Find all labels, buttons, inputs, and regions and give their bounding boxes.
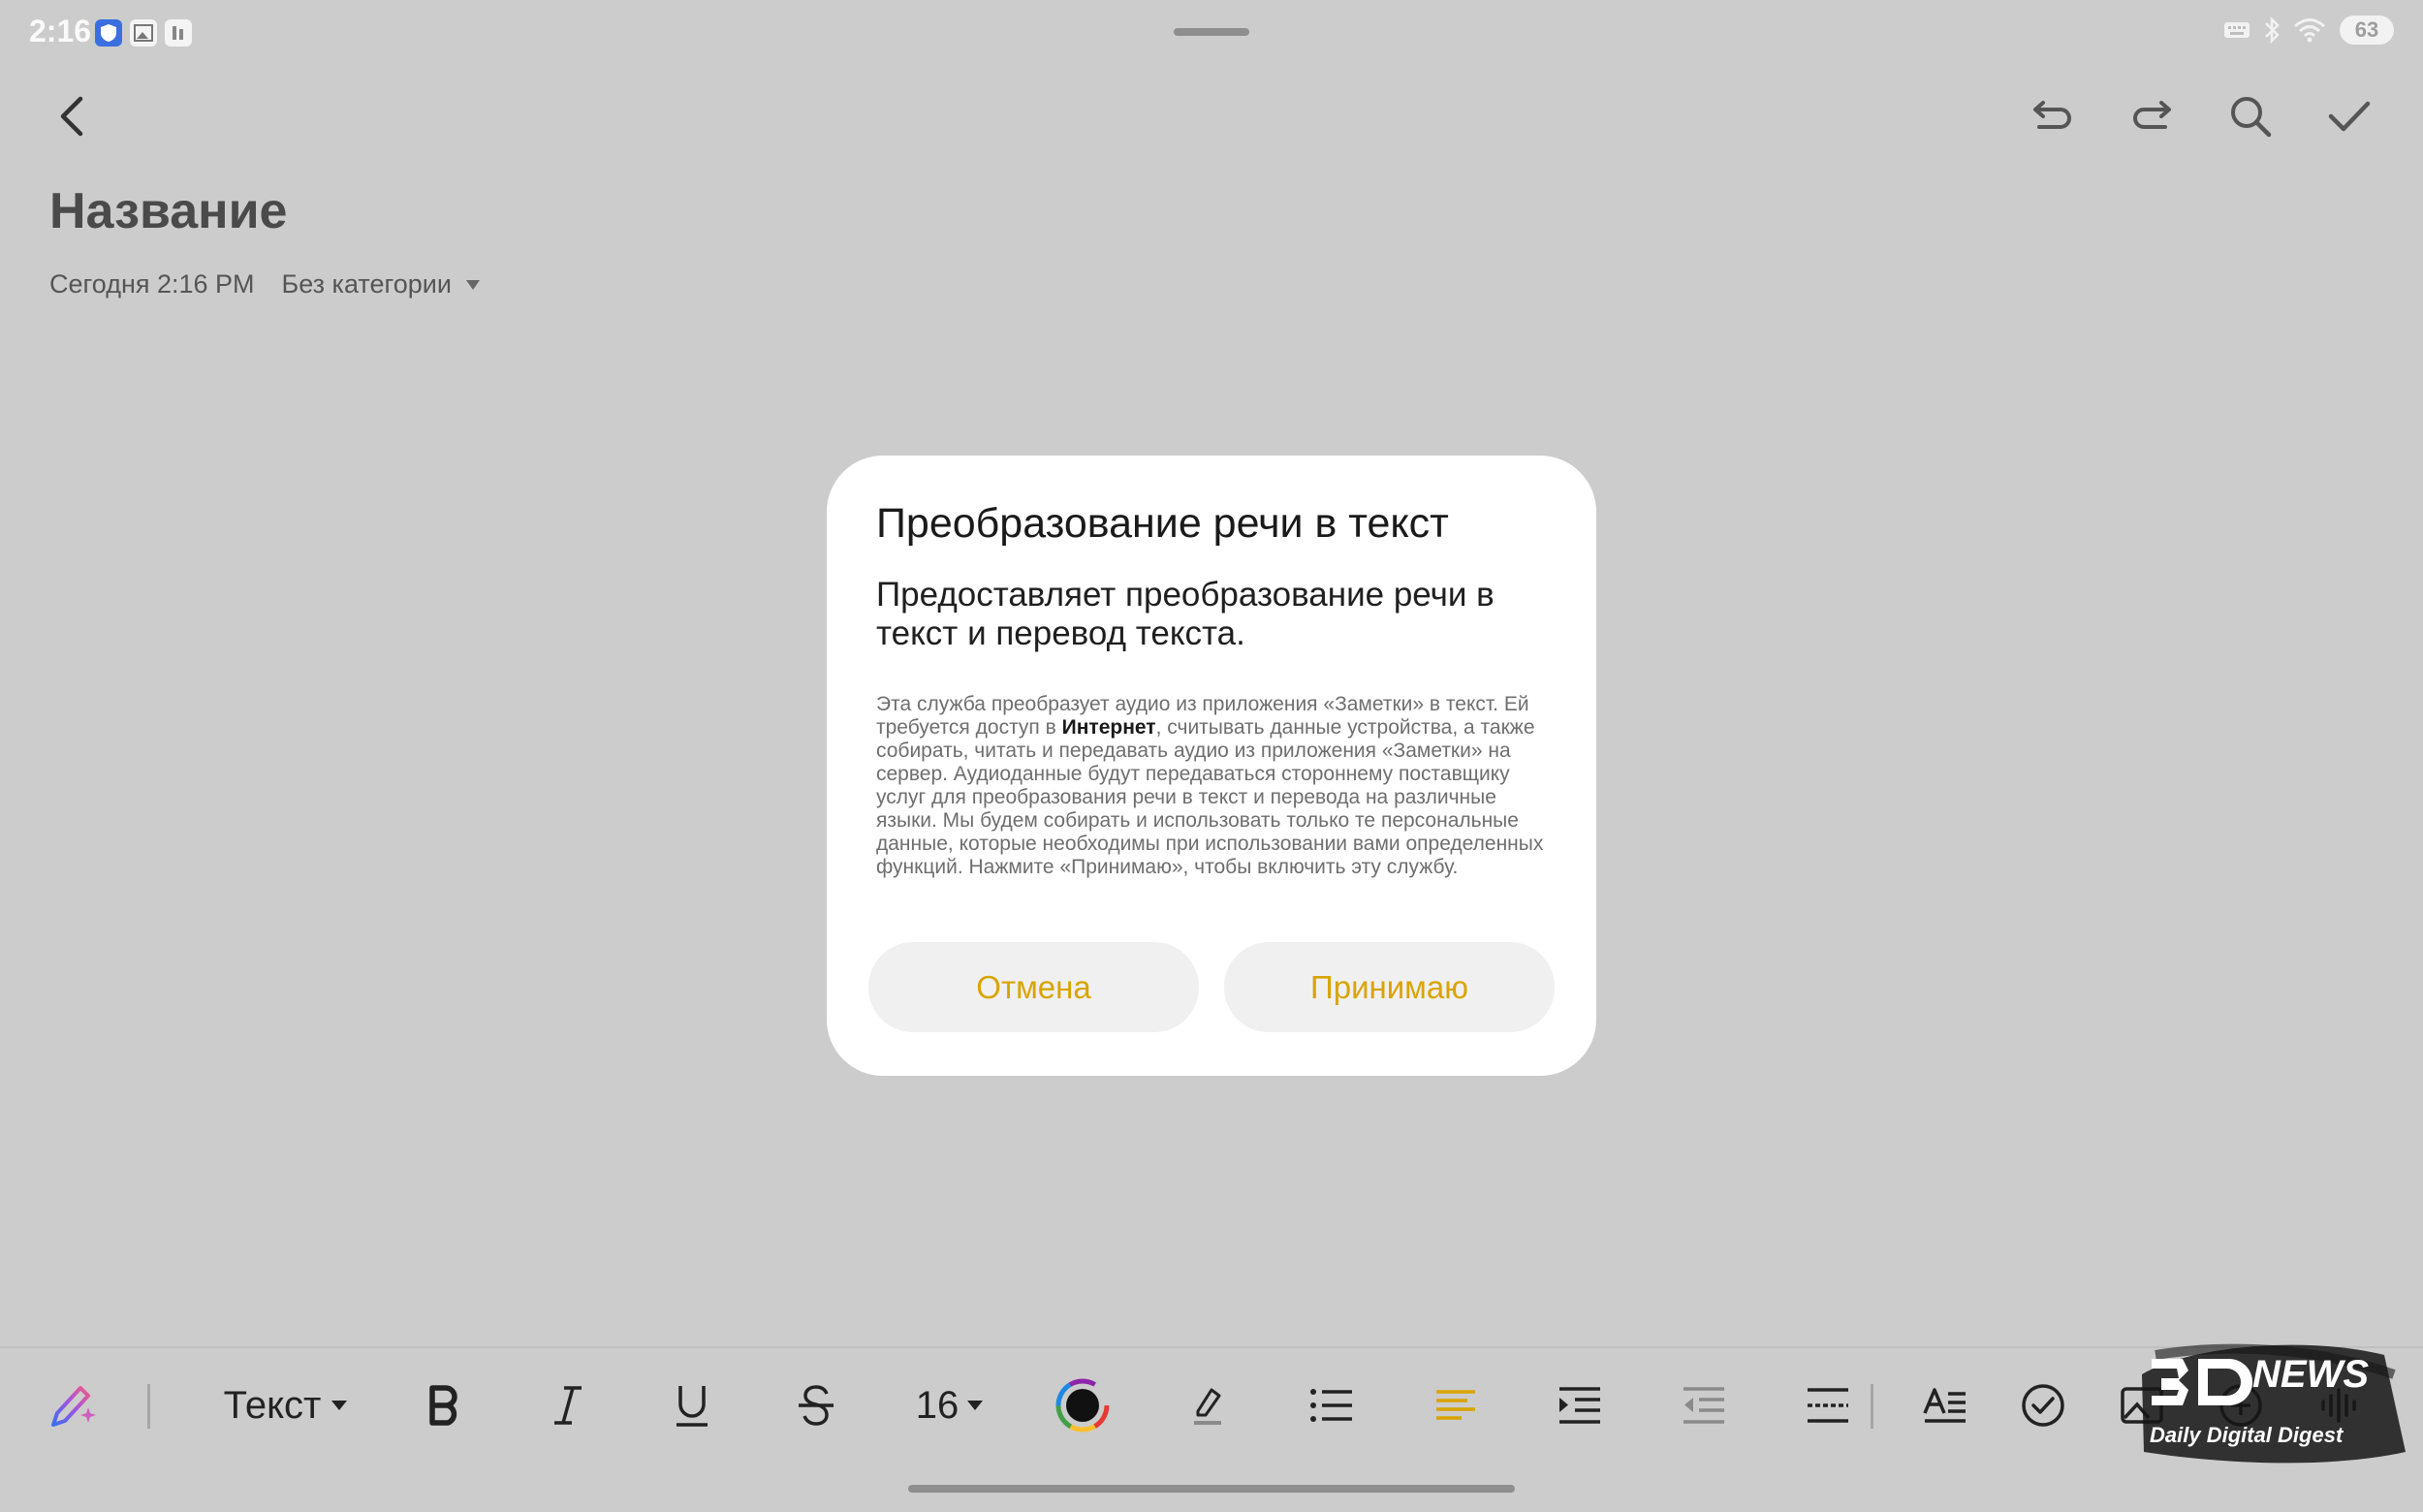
home-indicator[interactable] [908,1485,1515,1493]
speech-to-text-dialog: Преобразование речи в текст Предоставляе… [827,456,1596,1076]
wifi-icon [2294,18,2325,43]
gallery-icon [130,19,157,47]
strikethrough-button[interactable] [782,1371,850,1439]
outdent-button[interactable] [1670,1371,1738,1439]
redo-icon [2133,101,2171,129]
text-format-button[interactable] [1911,1371,1979,1439]
3d-logo-icon [2152,1359,2252,1405]
shield-icon [95,19,122,47]
watermark-news: NEWS [2252,1353,2369,1396]
note-meta: Сегодня 2:16 PM Без категории [49,269,481,299]
align-left-icon [1436,1390,1475,1420]
app-icon [165,19,192,47]
color-wheel-icon [1055,1378,1110,1433]
back-icon [60,96,83,137]
cancel-button[interactable]: Отмена [868,942,1199,1032]
font-size-dropdown[interactable]: 16 [911,1371,989,1439]
highlighter-icon [1194,1388,1221,1425]
text-style-label: Текст [223,1383,322,1427]
drag-handle[interactable] [1174,28,1249,36]
check-icon [2328,101,2371,132]
dialog-body: Эта служба преобразует аудио из приложен… [876,693,1547,879]
status-time: 2:16 [29,14,92,48]
internet-permission: Интернет [1061,715,1156,739]
text-color-button[interactable] [1049,1371,1117,1439]
text-style-dropdown[interactable]: Текст [218,1371,354,1439]
bluetooth-icon [2265,16,2280,44]
category-label: Без категории [281,269,452,299]
watermark-tagline: Daily Digital Digest [2150,1423,2344,1447]
toolbar-separator [147,1384,150,1429]
indent-icon [1559,1387,1600,1424]
text-format-icon [1923,1388,1966,1423]
divider-line-icon [1808,1388,1848,1423]
dialog-subtitle: Предоставляет преобразование речи в текс… [876,575,1495,653]
search-icon [2231,97,2272,138]
status-system-icons: 63 [2223,16,2394,45]
dialog-body-text-rest: , считывать данные устройства, а также с… [876,715,1544,878]
dropdown-arrow-icon [465,279,480,290]
outdent-icon [1684,1387,1724,1424]
search-button[interactable] [2219,85,2281,147]
status-notification-icons [95,19,192,47]
divider-line-button[interactable] [1794,1371,1862,1439]
align-left-button[interactable] [1422,1371,1490,1439]
dropdown-arrow-icon [967,1401,984,1410]
bold-button[interactable] [410,1371,478,1439]
italic-icon [554,1386,582,1425]
checkbox-icon [2022,1384,2064,1427]
highlight-button[interactable] [1174,1371,1242,1439]
dropdown-arrow-icon [331,1401,348,1410]
keyboard-icon [2224,22,2250,38]
bold-icon [429,1385,457,1426]
category-selector[interactable]: Без категории [282,269,481,299]
strikethrough-icon [799,1385,834,1426]
bullet-list-icon [1310,1389,1352,1422]
indent-button[interactable] [1546,1371,1614,1439]
accept-button[interactable]: Принимаю [1224,942,1555,1032]
underline-icon [677,1386,708,1427]
note-title[interactable]: Название [49,182,287,240]
ai-assist-button[interactable] [39,1371,107,1439]
back-button[interactable] [41,85,103,147]
toolbar-divider [0,1346,2423,1348]
checklist-button[interactable] [2009,1371,2077,1439]
dialog-title: Преобразование речи в текст [876,500,1449,547]
toolbar-separator [1871,1384,1873,1429]
italic-button[interactable] [534,1371,602,1439]
undo-button[interactable] [2022,85,2084,147]
note-date: Сегодня 2:16 PM [49,269,255,299]
battery-icon: 63 [2340,16,2394,45]
done-button[interactable] [2318,85,2380,147]
underline-button[interactable] [658,1371,726,1439]
bullet-list-button[interactable] [1298,1371,1366,1439]
font-size-label: 16 [915,1383,960,1427]
ai-pen-icon [51,1386,96,1427]
undo-icon [2033,101,2071,129]
redo-button[interactable] [2121,85,2183,147]
watermark-logo: NEWS Daily Digital Digest [2132,1336,2409,1469]
